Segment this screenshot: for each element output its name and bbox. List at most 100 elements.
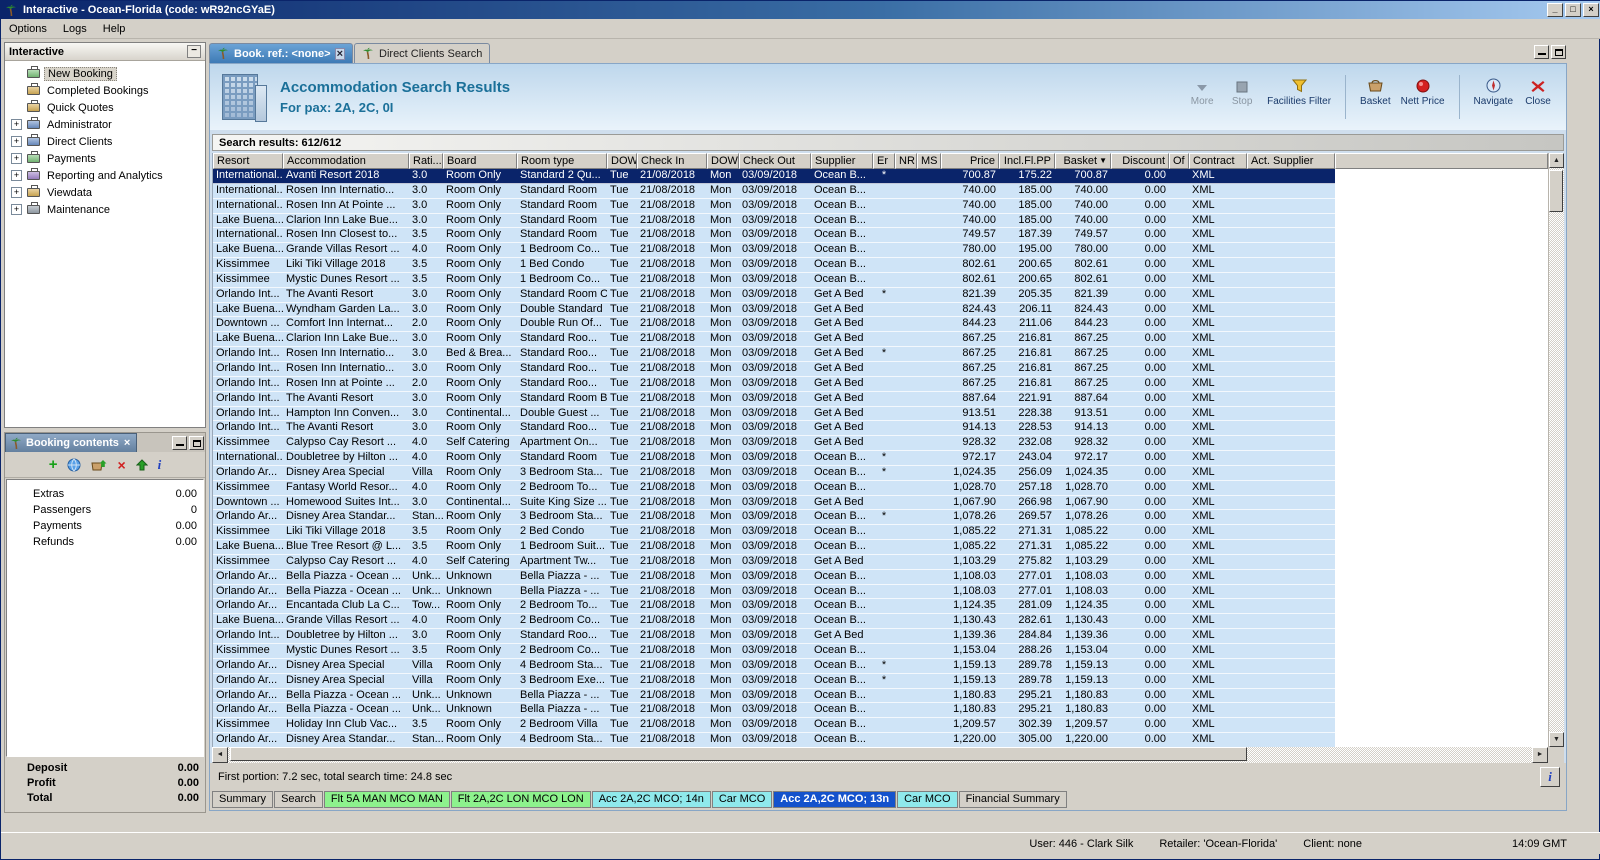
column-header-dow[interactable]: DOW [607, 153, 637, 169]
info-button[interactable]: i [1540, 767, 1560, 787]
column-header-nr[interactable]: NR [895, 153, 917, 169]
add-item-icon[interactable]: + [49, 457, 58, 472]
table-row[interactable]: Orlando Int... The Avanti Resort 3.0 Room O… [213, 421, 1548, 437]
table-row[interactable]: Lake Buena... Grande Villas Resort ... 4.0… [213, 243, 1548, 259]
column-header-check-out[interactable]: Check Out [739, 153, 811, 169]
table-row[interactable]: Orlando Ar... Bella Piazza - Ocean ... Unk… [213, 569, 1548, 585]
table-row[interactable]: Kissimmee Mystic Dunes Resort ... 3.5 Room … [213, 644, 1548, 659]
table-row[interactable]: Lake Buena... Clarion Inn Lake Bue... 3.0 R… [213, 213, 1548, 229]
nett-price-button[interactable]: Nett Price [1396, 73, 1450, 121]
table-row[interactable]: Lake Buena... Blue Tree Resort @ L... 3.5 R… [213, 540, 1548, 555]
vertical-scroll-thumb[interactable] [1549, 170, 1563, 212]
table-row[interactable]: International... Avanti Resort 2018 3.0 Roo… [213, 169, 1548, 184]
bottom-tab-car-mco[interactable]: Car MCO [897, 791, 958, 808]
bottom-tab-summary[interactable]: Summary [212, 791, 274, 808]
tab-direct-clients-search[interactable]: Direct Clients Search [354, 43, 491, 63]
sidebar-item-administrator[interactable]: + Administrator [5, 116, 205, 133]
close-button[interactable]: Close [1518, 73, 1558, 121]
table-row[interactable]: Orlando Int... Rosen Inn at Pointe ... 2.0… [213, 376, 1548, 392]
menu-options[interactable]: Options [1, 21, 55, 37]
menu-help[interactable]: Help [95, 21, 134, 37]
bottom-tab-flt-2a-2c-lon-mco-lon[interactable]: Flt 2A,2C LON MCO LON [450, 791, 591, 808]
booking-item-extras[interactable]: Extras 0.00 [7, 486, 203, 502]
delete-icon[interactable]: × [117, 458, 125, 472]
horizontal-scroll-track[interactable] [228, 747, 1532, 763]
horizontal-scrollbar[interactable]: ◄ ► [212, 747, 1564, 763]
table-row[interactable]: Orlando Ar... Bella Piazza - Ocean ... Unk… [213, 688, 1548, 704]
table-row[interactable]: Orlando Int... Rosen Inn Internatio... 3.0… [213, 347, 1548, 362]
sidebar-item-viewdata[interactable]: + Viewdata [5, 184, 205, 201]
table-row[interactable]: Orlando Int... Hampton Inn Conven... 3.0 Co… [213, 406, 1548, 422]
column-header-room-type[interactable]: Room type [517, 153, 607, 169]
table-row[interactable]: Orlando Ar... Disney Area Standar... Stan.… [213, 510, 1548, 526]
table-row[interactable]: Downtown ... Homewood Suites Int... 3.0 Con… [213, 495, 1548, 511]
horizontal-scroll-thumb[interactable] [230, 747, 1248, 761]
column-header-incl-fl-pp[interactable]: Incl.Fl.PP [999, 153, 1055, 169]
minimize-document-button[interactable] [1534, 45, 1549, 59]
table-row[interactable]: Kissimmee Holiday Inn Club Vac... 3.5 Room … [213, 718, 1548, 734]
column-header-supplier[interactable]: Supplier [811, 153, 873, 169]
table-row[interactable]: Kissimmee Calypso Cay Resort ... 4.0 Self C… [213, 436, 1548, 452]
bottom-tab-flt-5a-man-mco-man[interactable]: Flt 5A MAN MCO MAN [323, 791, 450, 808]
table-row[interactable]: International... Rosen Inn Closest to... 3… [213, 228, 1548, 244]
scroll-left-icon[interactable]: ◄ [212, 747, 228, 763]
table-row[interactable]: Lake Buena... Wyndham Garden La... 3.0 Room… [213, 302, 1548, 318]
table-row[interactable]: Orlando Ar... Bella Piazza - Ocean ... Unk… [213, 703, 1548, 719]
sidebar-item-quick-quotes[interactable]: Quick Quotes [5, 99, 205, 116]
table-row[interactable]: Orlando Ar... Disney Area Special Villa Roo… [213, 658, 1548, 674]
sidebar-item-completed-bookings[interactable]: Completed Bookings [5, 82, 205, 99]
table-row[interactable]: Orlando Int... Rosen Inn Internatio... 3.0… [213, 361, 1548, 377]
expand-icon[interactable]: + [11, 204, 22, 215]
sidebar-item-direct-clients[interactable]: + Direct Clients [5, 133, 205, 150]
table-row[interactable]: Orlando Ar... Disney Area Special Villa Roo… [213, 465, 1548, 481]
column-header-check-in[interactable]: Check In [637, 153, 707, 169]
scroll-down-icon[interactable]: ▼ [1549, 732, 1564, 747]
scroll-right-icon[interactable]: ► [1532, 747, 1548, 763]
table-row[interactable]: Orlando Int... Doubletree by Hilton ... 3.… [213, 629, 1548, 644]
restore-panel-button[interactable] [189, 436, 204, 450]
column-header-act-supplier[interactable]: Act. Supplier [1247, 153, 1335, 169]
column-header-ms[interactable]: MS [917, 153, 941, 169]
booking-contents-tab[interactable]: Booking contents × [5, 433, 138, 452]
booking-item-passengers[interactable]: Passengers 0 [7, 502, 203, 518]
column-header-accommodation[interactable]: Accommodation [283, 153, 409, 169]
table-row[interactable]: Orlando Ar... Bella Piazza - Ocean ... Unk… [213, 584, 1548, 600]
table-row[interactable]: International... Rosen Inn Internatio... 3… [213, 183, 1548, 199]
bottom-tab-acc-2a-2c-mco-13n[interactable]: Acc 2A,2C MCO; 13n [773, 791, 897, 808]
expand-icon[interactable]: + [11, 119, 22, 130]
info-icon[interactable]: i [158, 458, 162, 471]
table-row[interactable]: Orlando Ar... Disney Area Special Villa Roo… [213, 673, 1548, 689]
expand-icon[interactable]: + [11, 136, 22, 147]
menu-logs[interactable]: Logs [55, 21, 95, 37]
collapse-panel-button[interactable]: − [187, 45, 201, 58]
bottom-tab-search[interactable]: Search [274, 791, 323, 808]
column-header-of[interactable]: Of [1169, 153, 1189, 169]
globe-icon[interactable] [67, 458, 81, 472]
table-row[interactable]: International... Rosen Inn At Pointe ... 3… [213, 198, 1548, 214]
expand-icon[interactable]: + [11, 153, 22, 164]
table-row[interactable]: Orlando Ar... Encantada Club La C... Tow..… [213, 599, 1548, 615]
restore-document-button[interactable] [1551, 45, 1566, 59]
vertical-scroll-track[interactable] [1549, 168, 1564, 732]
table-row[interactable]: Kissimmee Liki Tiki Village 2018 3.5 Room O… [213, 525, 1548, 541]
facilities-filter-button[interactable]: Facilities Filter [1262, 73, 1336, 121]
close-booking-contents-icon[interactable]: × [122, 437, 132, 449]
minimize-window-button[interactable]: _ [1547, 3, 1563, 17]
column-header-contract[interactable]: Contract [1189, 153, 1247, 169]
booking-item-refunds[interactable]: Refunds 0.00 [7, 534, 203, 550]
column-header-price[interactable]: Price [941, 153, 999, 169]
navigate-button[interactable]: Navigate [1469, 73, 1518, 121]
table-row[interactable]: Downtown ... Comfort Inn Internat... 2.0 Ro… [213, 317, 1548, 333]
table-row[interactable]: Kissimmee Calypso Cay Resort ... 4.0 Self C… [213, 554, 1548, 570]
sidebar-item-maintenance[interactable]: + Maintenance [5, 201, 205, 218]
tab-book-ref-none[interactable]: Book. ref.: <none> × [209, 43, 354, 63]
scroll-up-icon[interactable]: ▲ [1549, 153, 1564, 168]
booking-item-payments[interactable]: Payments 0.00 [7, 518, 203, 534]
column-header-board[interactable]: Board [443, 153, 517, 169]
sidebar-item-reporting-and-analytics[interactable]: + Reporting and Analytics [5, 167, 205, 184]
sidebar-item-new-booking[interactable]: New Booking [5, 65, 205, 82]
table-row[interactable]: Kissimmee Fantasy World Resor... 4.0 Room O… [213, 480, 1548, 496]
column-header-discount[interactable]: Discount [1111, 153, 1169, 169]
sidebar-item-payments[interactable]: + Payments [5, 150, 205, 167]
minimize-panel-button[interactable] [172, 436, 187, 450]
